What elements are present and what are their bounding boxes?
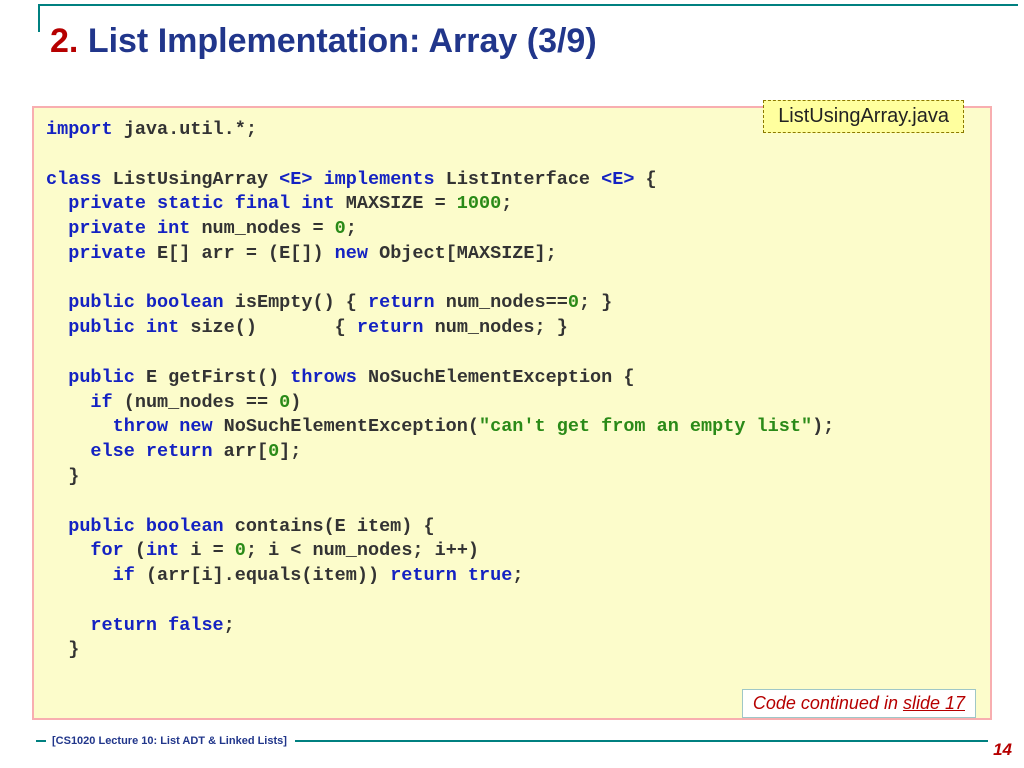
footer: [CS1020 Lecture 10: List ADT & Linked Li…: [36, 734, 988, 748]
footer-rule-right: [295, 740, 988, 742]
continued-badge: Code continued in slide 17: [742, 689, 976, 718]
footer-text: [CS1020 Lecture 10: List ADT & Linked Li…: [52, 735, 287, 747]
continued-prefix: Code continued in: [753, 693, 903, 713]
continued-link[interactable]: slide 17: [903, 693, 965, 713]
section-text: List Implementation: Array (3/9): [88, 22, 597, 60]
code-box: import java.util.*; class ListUsingArray…: [32, 106, 992, 720]
header-rule-notch: [38, 4, 40, 32]
filename-badge: ListUsingArray.java: [763, 100, 964, 133]
slide-title: 2. List Implementation: Array (3/9): [50, 22, 597, 61]
section-number: 2.: [50, 22, 78, 60]
page-number: 14: [993, 740, 1012, 760]
footer-rule-left: [36, 740, 46, 742]
header-rule: [38, 4, 1018, 6]
code-listing: import java.util.*; class ListUsingArray…: [46, 118, 978, 663]
